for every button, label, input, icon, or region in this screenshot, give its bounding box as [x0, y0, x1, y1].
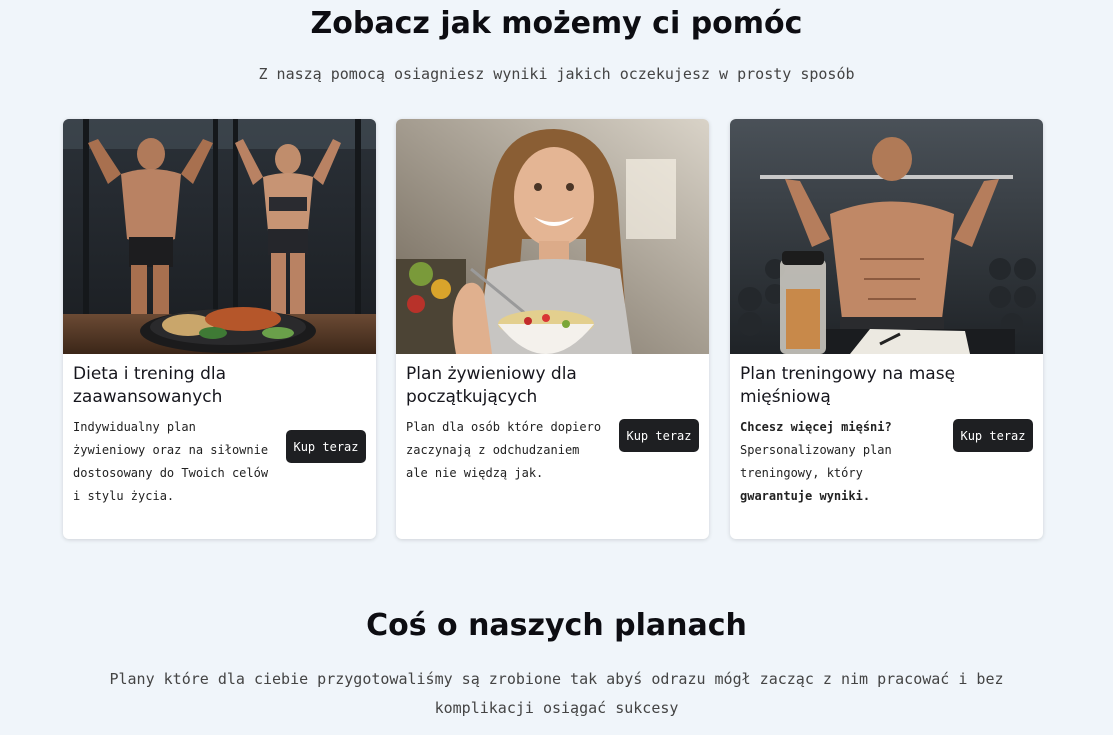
section-subtitle-help: Z naszą pomocą osiagniesz wyniki jakich … [258, 65, 855, 83]
buy-now-button[interactable]: Kup teraz [619, 419, 699, 452]
card-description-intro: Chcesz więcej mięśni? [740, 420, 892, 434]
card-image-gym-couple-meal [63, 119, 376, 354]
card-title: Plan treningowy na masę mięśniową [740, 364, 956, 407]
plan-card-muscle-mass: Plan treningowy na masę mięśniową Chcesz… [730, 119, 1043, 539]
section-title-help: Zobacz jak możemy ci pomóc [310, 6, 803, 41]
card-description: Chcesz więcej mięśni? Spersonalizowany p… [740, 416, 940, 508]
plan-card-beginner: Plan żywieniowy dla początkujących Plan … [396, 119, 709, 539]
card-description: Indywidualny plan żywieniowy oraz na sił… [73, 420, 269, 503]
card-image-woman-eating-bowl [396, 119, 709, 354]
card-description: Plan dla osób które dopiero zaczynają z … [406, 420, 602, 480]
section-subtitle-plans: Plany które dla ciebie przygotowaliśmy s… [109, 670, 1004, 717]
card-description-emphasis: gwarantuje wyniki. [740, 489, 871, 503]
buy-now-button[interactable]: Kup teraz [953, 419, 1033, 452]
section-title-plans: Coś o naszych planach [366, 608, 747, 643]
plan-card-advanced: Dieta i trening dla zaawansowanych Indyw… [63, 119, 376, 539]
card-description-body: Spersonalizowany plan treningowy, który [740, 443, 892, 480]
card-title: Dieta i trening dla zaawansowanych [73, 364, 227, 407]
card-title: Plan żywieniowy dla początkujących [406, 364, 577, 407]
buy-now-button[interactable]: Kup teraz [286, 430, 366, 463]
card-image-man-lifting-barbell [730, 119, 1043, 354]
